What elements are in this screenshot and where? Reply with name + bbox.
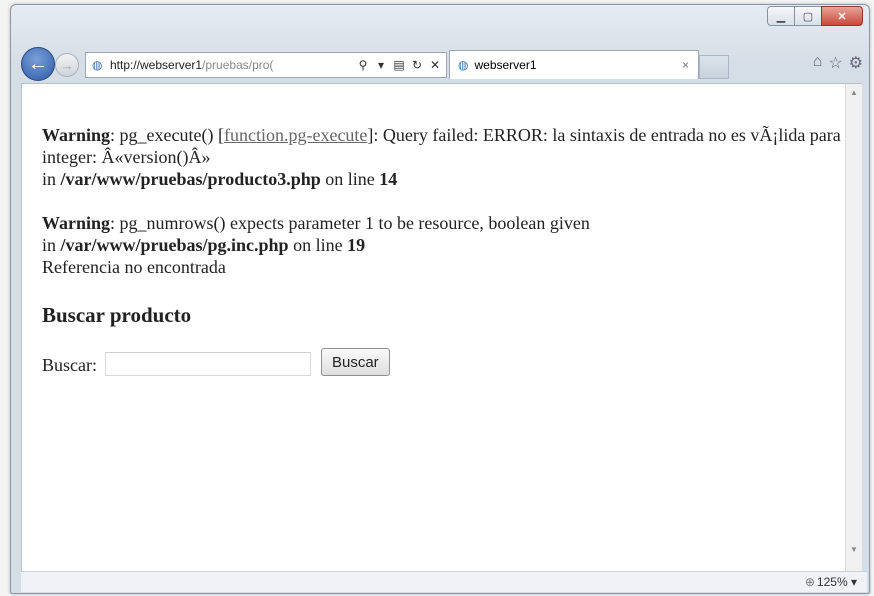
scroll-down-icon[interactable]: ▼ (850, 545, 858, 554)
page-body: Warning: pg_execute() [function.pg-execu… (42, 124, 842, 376)
line-number: 14 (379, 169, 398, 189)
dropdown-arrow-icon[interactable]: ▾ (374, 58, 388, 72)
search-label: Buscar: (42, 355, 97, 375)
warning-label: Warning (42, 125, 111, 145)
line-number: 19 (347, 235, 366, 255)
address-url[interactable]: http://webserver1/pruebas/pro( (110, 58, 356, 72)
toolbar-icons: ⌂ ☆ ⚙ (813, 53, 863, 73)
gear-icon[interactable]: ⚙ (849, 53, 863, 73)
refresh-icon[interactable]: ↻ (410, 58, 424, 72)
page-content: Warning: pg_execute() [function.pg-execu… (21, 83, 862, 572)
address-bar[interactable]: ◍ http://webserver1/pruebas/pro( ⚲ ▾ ▤ ↻… (85, 52, 447, 78)
not-found-text: Referencia no encontrada (42, 257, 226, 277)
close-window-button[interactable]: ✕ (821, 6, 863, 26)
minimize-button[interactable]: ▁ (767, 6, 795, 26)
scroll-up-icon[interactable]: ▲ (850, 88, 858, 97)
browser-window: ▁ ▢ ✕ ← → ◍ http://webserver1/pruebas/pr… (10, 4, 870, 594)
zoom-icon: ⊕ (804, 575, 815, 589)
forward-button[interactable]: → (55, 53, 79, 77)
function-link[interactable]: function.pg-execute (224, 125, 367, 145)
maximize-button[interactable]: ▢ (794, 6, 822, 26)
arrow-right-icon: → (60, 57, 74, 73)
compatibility-view-icon[interactable]: ▤ (392, 58, 406, 72)
tab-webserver1[interactable]: ◍ webserver1 × (449, 50, 699, 79)
globe-icon: ◍ (458, 58, 469, 72)
globe-icon: ◍ (92, 58, 103, 72)
search-input[interactable] (104, 352, 311, 376)
caption-buttons: ▁ ▢ ✕ (767, 6, 863, 26)
search-heading: Buscar producto (42, 303, 192, 327)
warning-pg-execute: Warning: pg_execute() [function.pg-execu… (42, 125, 841, 189)
search-form: Buscar: Buscar (42, 348, 842, 376)
file-path: /var/www/pruebas/producto3.php (60, 169, 321, 189)
stop-icon[interactable]: ✕ (428, 58, 442, 72)
warning-pg-numrows: Warning: pg_numrows() expects parameter … (42, 213, 590, 255)
file-path: /var/www/pruebas/pg.inc.php (60, 235, 289, 255)
search-icon[interactable]: ⚲ (356, 58, 370, 72)
favorites-star-icon[interactable]: ☆ (828, 53, 842, 73)
tab-title: webserver1 (474, 58, 537, 72)
arrow-left-icon: ← (28, 52, 48, 75)
search-button[interactable]: Buscar (320, 348, 390, 376)
home-icon[interactable]: ⌂ (813, 53, 823, 73)
warning-label: Warning (42, 213, 111, 233)
close-tab-icon[interactable]: × (682, 58, 698, 72)
zoom-control[interactable]: ⊕ 125% ▾ (805, 575, 857, 589)
status-bar: ⊕ 125% ▾ (21, 571, 867, 592)
vertical-scrollbar[interactable]: ▲ ▼ (845, 84, 862, 572)
chevron-down-icon: ▾ (850, 575, 857, 589)
back-button[interactable]: ← (21, 47, 55, 81)
new-tab-button[interactable] (699, 55, 729, 79)
